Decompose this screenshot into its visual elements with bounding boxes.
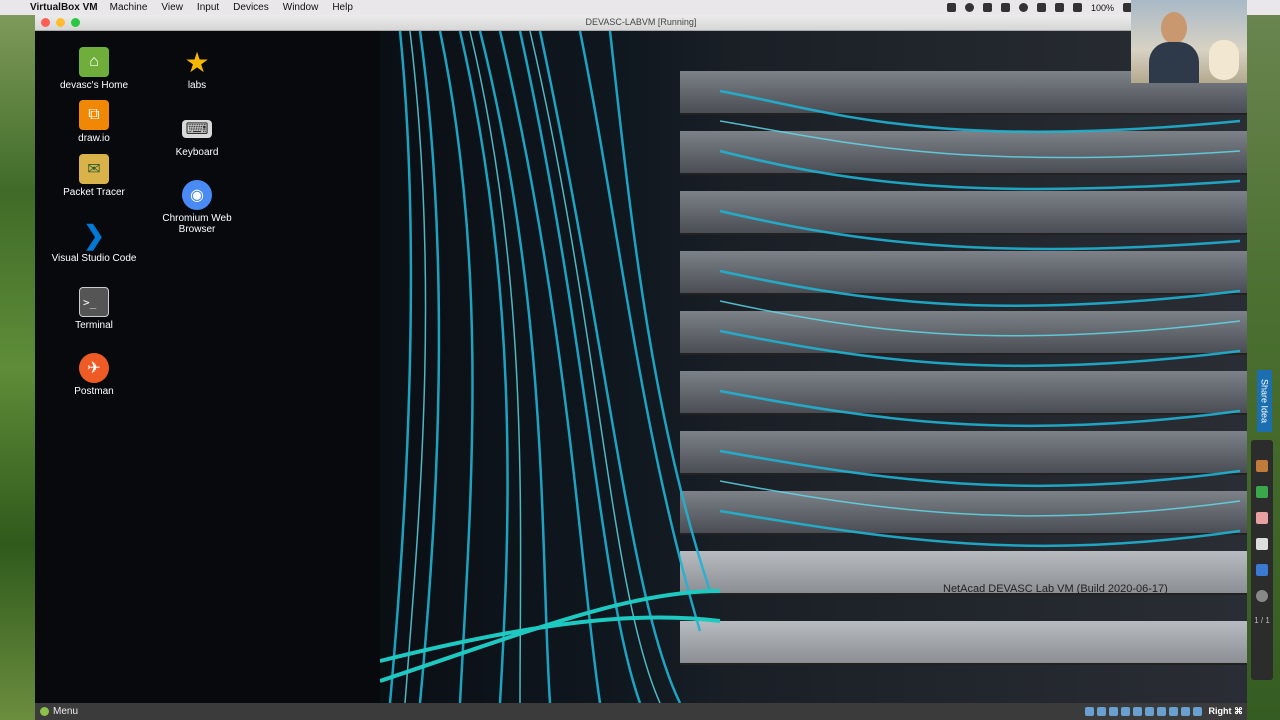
marker-icon[interactable] bbox=[1256, 486, 1268, 498]
keyboard-icon: ⌨ bbox=[182, 120, 212, 138]
star-icon: ★ bbox=[184, 46, 210, 78]
battery-percent[interactable]: 100% bbox=[1091, 3, 1114, 13]
postman-icon: ✈ bbox=[79, 353, 109, 383]
vm-status-tray: Right ⌘ bbox=[1084, 703, 1248, 720]
bluetooth-icon[interactable] bbox=[1036, 3, 1046, 12]
recording-icon[interactable] bbox=[1168, 707, 1178, 716]
sync-icon[interactable] bbox=[964, 3, 974, 12]
dog-figure bbox=[1209, 40, 1239, 80]
menu-window[interactable]: Window bbox=[283, 2, 319, 13]
desktop-icon-label: Visual Studio Code bbox=[51, 253, 137, 264]
guest-desktop[interactable]: NetAcad DEVASC Lab VM (Build 2020-06-17)… bbox=[35, 31, 1247, 703]
desktop-icon-postman[interactable]: ✈ Postman bbox=[49, 353, 139, 397]
desktop-icon-label: Keyboard bbox=[175, 147, 219, 158]
host-key-label: Right ⌘ bbox=[1208, 706, 1244, 716]
optical-drive-icon[interactable] bbox=[1096, 707, 1106, 716]
dropbox-icon[interactable] bbox=[946, 3, 956, 12]
menu-devices[interactable]: Devices bbox=[233, 2, 269, 13]
presenter-head bbox=[1161, 12, 1187, 44]
network-icon[interactable] bbox=[1120, 707, 1130, 716]
shared-folder-icon[interactable] bbox=[1144, 707, 1154, 716]
usb-icon[interactable] bbox=[1132, 707, 1142, 716]
cpu-icon[interactable] bbox=[1180, 707, 1190, 716]
menu-help[interactable]: Help bbox=[332, 2, 353, 13]
menu-input[interactable]: Input bbox=[197, 2, 219, 13]
host-wallpaper-left bbox=[0, 15, 35, 720]
chromium-icon: ◉ bbox=[182, 180, 212, 210]
malwarebytes-icon[interactable] bbox=[1000, 3, 1010, 12]
mac-menubar: VirtualBox VM Machine View Input Devices… bbox=[0, 0, 1280, 15]
wallpaper-rack: NetAcad DEVASC Lab VM (Build 2020-06-17) bbox=[380, 31, 1247, 703]
desktop-icon-packet-tracer[interactable]: ✉ Packet Tracer bbox=[49, 154, 139, 198]
pen-icon[interactable] bbox=[1256, 564, 1268, 576]
desktop-icon-home[interactable]: ⌂ devasc's Home bbox=[49, 47, 139, 91]
eraser-icon[interactable] bbox=[1256, 512, 1268, 524]
desktop-icon-label: Postman bbox=[74, 386, 114, 397]
mouse-integration-icon[interactable] bbox=[1192, 707, 1202, 716]
menubar-status-area: 100% bbox=[946, 0, 1132, 15]
desktop-icon-vscode[interactable]: ❯ Visual Studio Code bbox=[49, 219, 139, 265]
desktop-icon-drawio[interactable]: ⧉ draw.io bbox=[49, 100, 139, 144]
vm-titlebar[interactable]: DEVASC-LABVM [Running] bbox=[35, 15, 1247, 31]
desktop-icon-terminal[interactable]: >_ Terminal bbox=[49, 287, 139, 331]
webcam-overlay bbox=[1131, 0, 1247, 83]
desktop-icon-label: labs bbox=[187, 80, 207, 91]
guest-taskbar: Menu Right ⌘ bbox=[35, 703, 1247, 720]
page-indicator: 1 / 1 bbox=[1254, 616, 1270, 625]
vm-window: DEVASC-LABVM [Running] NetAcad DEVASC La… bbox=[35, 15, 1247, 720]
display-icon[interactable] bbox=[1156, 707, 1166, 716]
hard-disk-icon[interactable] bbox=[1084, 707, 1094, 716]
desktop-icon-label: Terminal bbox=[75, 320, 113, 331]
menu-view[interactable]: View bbox=[161, 2, 183, 13]
menu-machine[interactable]: Machine bbox=[110, 2, 148, 13]
mint-logo-icon bbox=[40, 707, 49, 716]
desktop-icon-labs[interactable]: ★ labs bbox=[152, 46, 242, 92]
vm-window-title: DEVASC-LABVM [Running] bbox=[585, 17, 697, 27]
drawio-icon: ⧉ bbox=[79, 100, 109, 130]
volume-icon[interactable] bbox=[1072, 3, 1082, 12]
wallpaper-build-label: NetAcad DEVASC Lab VM (Build 2020-06-17) bbox=[943, 583, 1168, 595]
audio-icon[interactable] bbox=[1108, 707, 1118, 716]
desktop-icon-label: draw.io bbox=[78, 133, 110, 144]
annotation-tool-strip: 1 / 1 bbox=[1251, 440, 1273, 680]
skype-icon[interactable] bbox=[982, 3, 992, 12]
folder-home-icon: ⌂ bbox=[79, 47, 109, 77]
start-menu-button[interactable]: Menu bbox=[40, 706, 78, 717]
share-idea-tab[interactable]: Share Idea bbox=[1257, 370, 1272, 432]
terminal-icon: >_ bbox=[79, 287, 109, 317]
presenter-body bbox=[1149, 42, 1199, 83]
rectangle-tool-icon[interactable] bbox=[1256, 538, 1268, 550]
desktop-icon-label: devasc's Home bbox=[59, 80, 129, 91]
cable-bundle bbox=[380, 31, 1241, 703]
desktop-icon-keyboard[interactable]: ⌨ Keyboard bbox=[152, 114, 242, 158]
pencil-icon[interactable] bbox=[1256, 460, 1268, 472]
start-menu-label: Menu bbox=[53, 706, 79, 717]
wifi-icon[interactable] bbox=[1054, 3, 1064, 12]
desktop-icon-label: Chromium Web Browser bbox=[162, 213, 232, 235]
packet-tracer-icon: ✉ bbox=[79, 154, 109, 184]
desktop-icon-label: Packet Tracer bbox=[63, 187, 125, 198]
menubar-app-name[interactable]: VirtualBox VM bbox=[30, 2, 98, 13]
time-machine-icon[interactable] bbox=[1018, 3, 1028, 12]
desktop-icon-chromium[interactable]: ◉ Chromium Web Browser bbox=[152, 180, 242, 235]
gear-icon[interactable] bbox=[1256, 590, 1268, 602]
vscode-icon: ❯ bbox=[83, 219, 105, 250]
